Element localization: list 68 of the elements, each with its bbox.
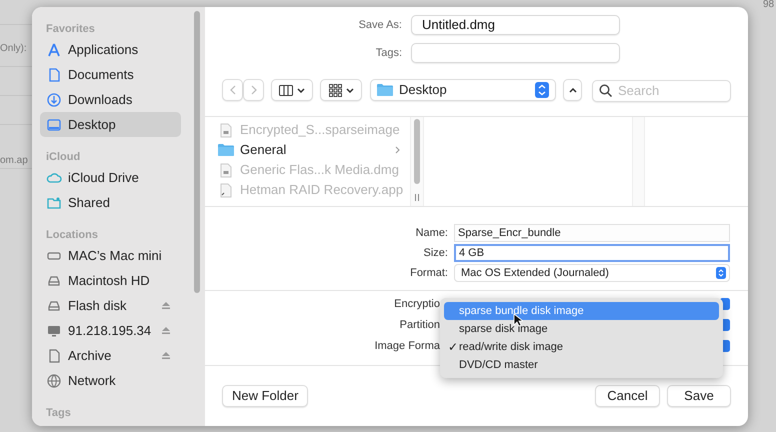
section-header: Tags [45, 406, 72, 421]
text-field[interactable]: 4 GB [454, 244, 730, 262]
field-label: Partition [398, 318, 440, 333]
sidebar-item[interactable]: iCloud Drive [40, 165, 181, 190]
sidebar-item[interactable]: 91.218.195.34 [40, 318, 181, 343]
location-popup[interactable]: Desktop [370, 79, 556, 101]
folder-icon [377, 83, 393, 97]
sidebar-item[interactable]: Applications [40, 37, 181, 62]
sidebar-item[interactable]: Documents [40, 62, 181, 87]
field-label: Name: [414, 226, 448, 241]
field-label: Encryptio [393, 296, 440, 312]
background-text: Only): [0, 42, 28, 56]
app-file-icon [220, 182, 232, 198]
section-header: Locations [45, 228, 99, 243]
sidebar-item[interactable]: Desktop [40, 112, 181, 137]
field-label: Save As: [358, 18, 402, 33]
sidebar-item[interactable]: MAC’s Mac mini [40, 243, 181, 268]
section-header: Favorites [45, 22, 96, 37]
check-mark: ✓ [448, 339, 459, 356]
menu-item[interactable]: sparse disk image [444, 320, 719, 338]
pointer-icon [513, 313, 523, 327]
field-label: Image Forma [374, 338, 440, 354]
up-icon [568, 88, 576, 92]
tags-field[interactable] [411, 43, 620, 63]
view-button[interactable] [271, 79, 313, 101]
back-icon [230, 85, 236, 95]
background-text: 98 [763, 0, 776, 12]
text-field[interactable]: Sparse_Encr_bundle [454, 224, 730, 242]
disk-image-icon [220, 122, 232, 138]
field-label: Format: [409, 266, 448, 281]
search-field[interactable]: Search [592, 80, 731, 102]
sidebar-item[interactable]: Archive [40, 343, 181, 368]
sidebar-item[interactable]: Downloads [40, 87, 181, 112]
scrollbar [414, 119, 420, 184]
apps-icon [46, 42, 62, 58]
save-button[interactable]: Save [667, 385, 731, 407]
cancel-button[interactable]: Cancel [595, 385, 660, 407]
menu-item[interactable]: DVD/CD master [444, 356, 719, 374]
field-label: Tags: [374, 46, 402, 61]
sidebar-item[interactable]: Network [40, 368, 181, 393]
globe-icon [46, 372, 62, 388]
stepper-icon [716, 267, 726, 279]
forward-icon [250, 85, 256, 95]
sidebar-item[interactable]: Shared [40, 190, 181, 215]
file-item[interactable]: General [218, 140, 400, 160]
up-button[interactable] [563, 79, 582, 101]
desktop-icon [46, 116, 62, 132]
sidebar-item[interactable]: Flash disk [40, 293, 181, 318]
field-label: Size: [422, 246, 448, 261]
folder-icon [218, 143, 234, 157]
menu-item[interactable]: ✓read/write disk image [444, 338, 719, 356]
new-folder-button[interactable]: New Folder [222, 385, 308, 407]
background-text: om.ap [0, 154, 29, 168]
filename-field[interactable]: Untitled.dmg [411, 15, 620, 35]
sidebar-item[interactable]: Macintosh HD [40, 268, 181, 293]
grid-icon [328, 84, 342, 96]
chevron-icon [297, 88, 305, 92]
section-header: iCloud [45, 150, 82, 165]
disk-image-icon [220, 162, 232, 178]
format-popup[interactable]: Mac OS Extended (Journaled) [454, 264, 730, 282]
download-icon [46, 92, 62, 108]
chevron-icon [346, 88, 354, 92]
group-button[interactable] [320, 79, 362, 101]
columns-icon [279, 84, 293, 96]
search-icon [599, 84, 612, 97]
shared-folder-icon [46, 194, 62, 210]
resize-handle-icon [415, 194, 419, 201]
stepper-icon [535, 82, 549, 98]
